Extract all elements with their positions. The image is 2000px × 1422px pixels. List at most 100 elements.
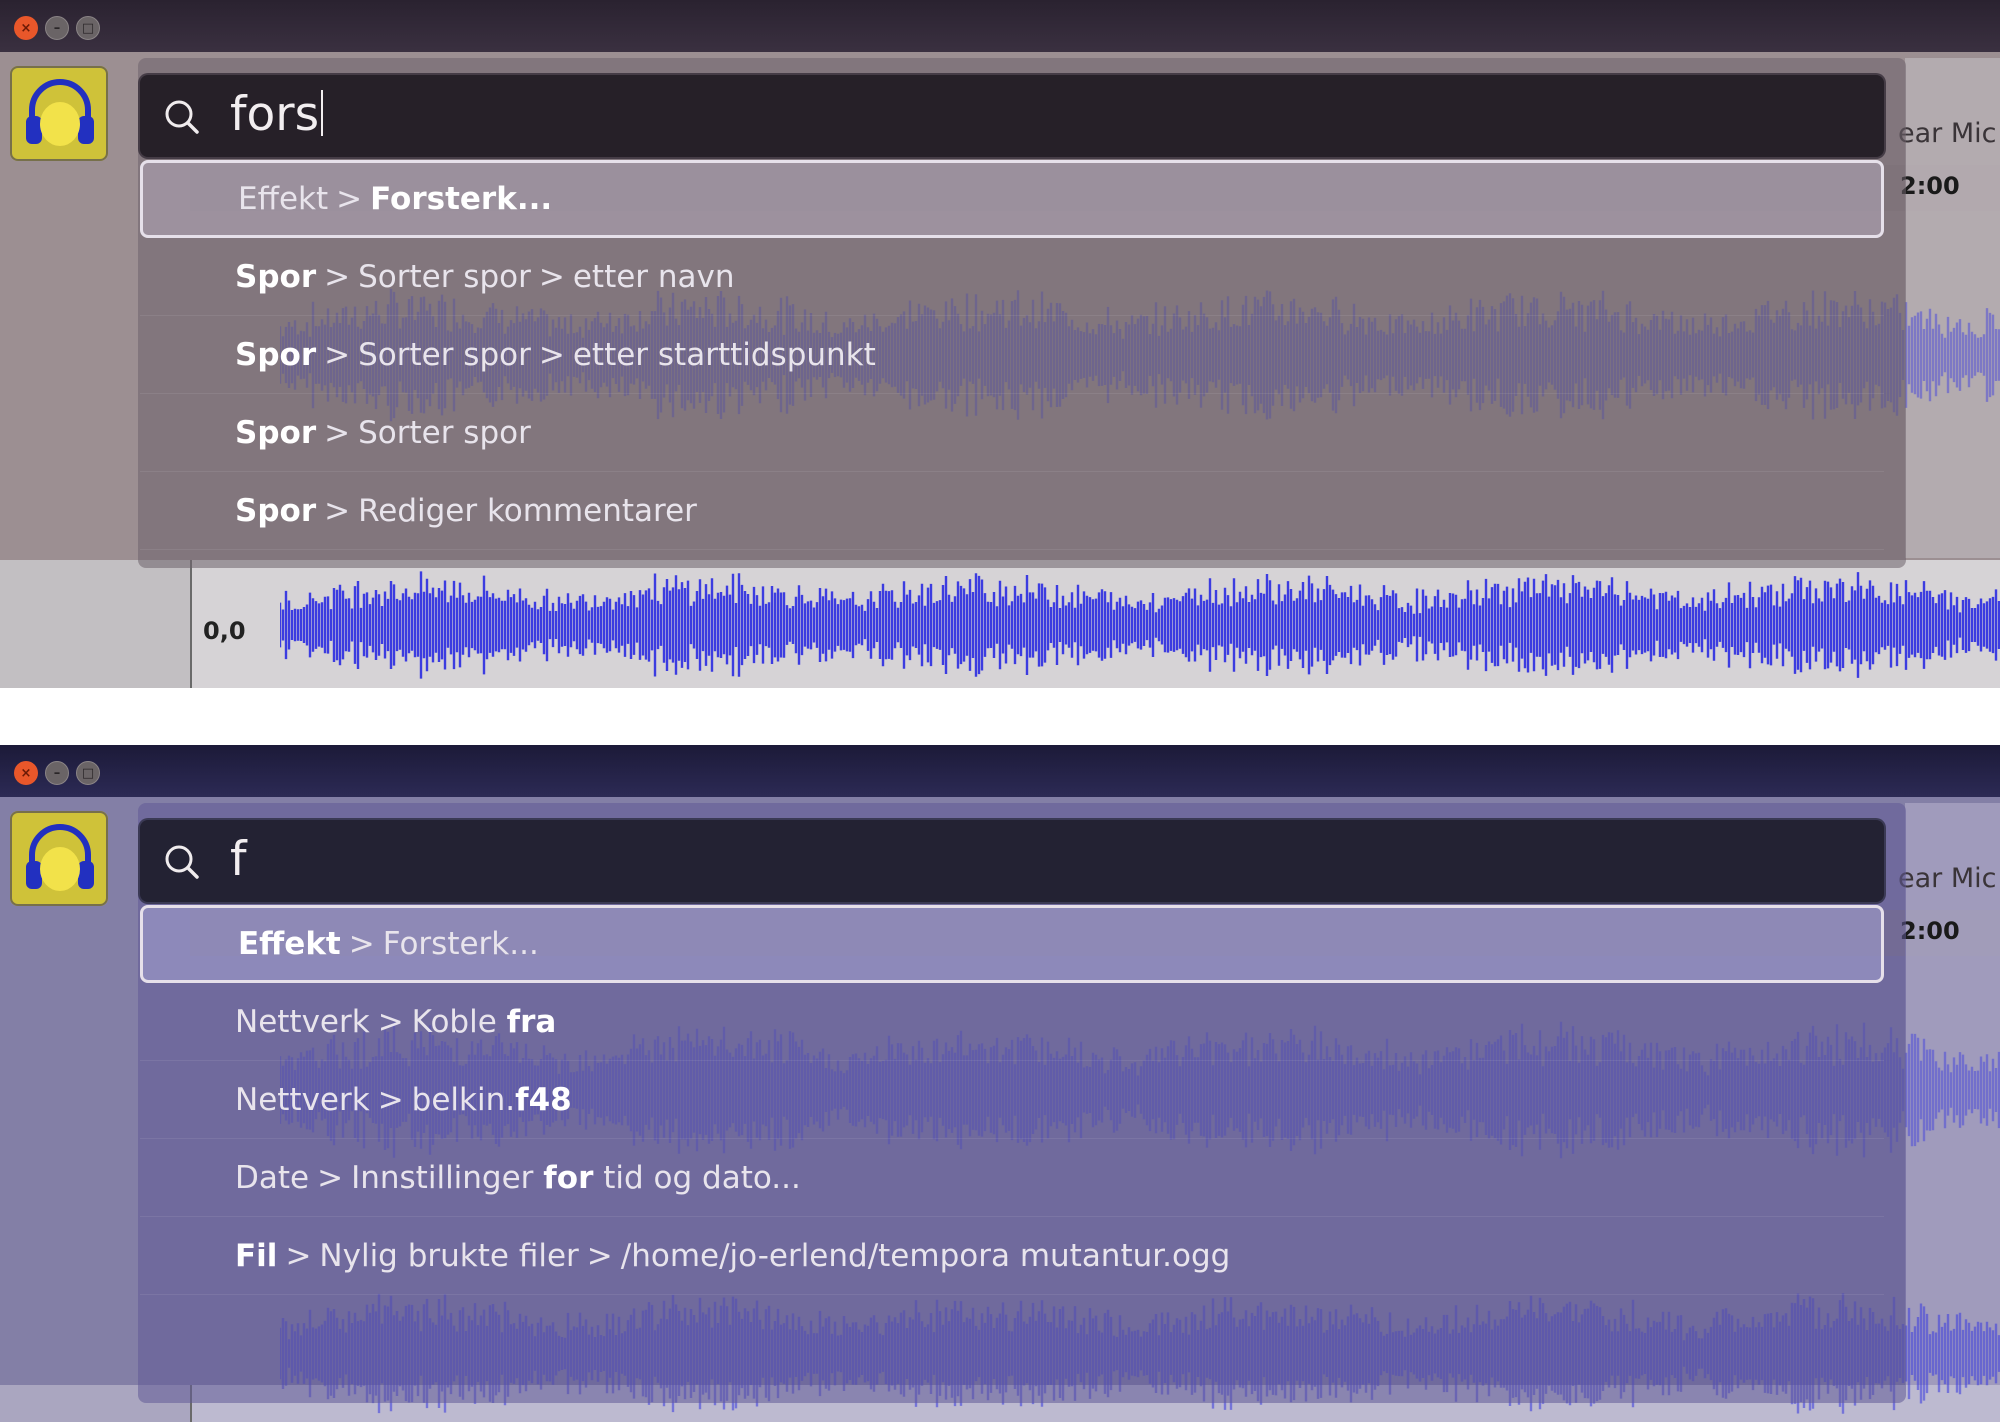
segment-text: Spor bbox=[235, 337, 317, 373]
segment-text: Sorter spor bbox=[358, 259, 531, 295]
hud-result-item[interactable]: Spor > Sorter spor > etter navn bbox=[140, 238, 1884, 316]
menu-path-segment: Nettverk bbox=[235, 1004, 370, 1040]
menu-path-segment: Spor bbox=[235, 493, 316, 529]
match-highlight: fra bbox=[506, 1004, 557, 1040]
menu-path-segment: Fil bbox=[235, 1238, 277, 1274]
segment-text: Effekt bbox=[238, 926, 341, 962]
segment-text: Nettverk bbox=[235, 1004, 370, 1040]
segment-text: Effekt bbox=[238, 181, 329, 217]
segment-text: Koble bbox=[411, 1004, 507, 1040]
segment-text: belkin. bbox=[411, 1082, 516, 1118]
segment-text: Forsterk... bbox=[370, 181, 553, 217]
menu-path-separator: > bbox=[324, 259, 351, 295]
title-bar bbox=[0, 0, 2000, 52]
segment-text: Spor bbox=[235, 259, 317, 295]
segment-text: Innstillinger bbox=[351, 1160, 544, 1196]
hud-result-item[interactable]: Effekt > Forsterk... bbox=[140, 905, 1884, 983]
menu-path-segment: Effekt bbox=[238, 926, 341, 962]
menu-path-separator: > bbox=[324, 415, 351, 451]
audacity-app-icon[interactable] bbox=[10, 66, 108, 161]
close-window-button[interactable]: × bbox=[14, 761, 38, 785]
menu-path-separator: > bbox=[538, 337, 565, 373]
search-query: f bbox=[230, 832, 247, 887]
hud-result-item[interactable]: Date > Innstillinger for tid og dato... bbox=[140, 1139, 1884, 1217]
result-divider bbox=[140, 1294, 1884, 1295]
menu-path-segment: Effekt bbox=[238, 181, 328, 217]
menu-path-segment: Forsterk... bbox=[370, 181, 552, 217]
amplitude-zero-label: 0,0 bbox=[203, 617, 246, 645]
screenshot-top: ear Mic 2:00 0,0 × – □ fors Effekt > Forst… bbox=[0, 0, 2000, 688]
segment-text: Sorter spor bbox=[358, 415, 531, 451]
hud-result-item[interactable]: Fil > Nylig brukte filer >/home/jo-erlend/t… bbox=[140, 1217, 1884, 1295]
hud-results-list: Effekt > Forsterk... Spor > Sorter spor > etter… bbox=[140, 160, 1884, 550]
timeline-time-label: 2:00 bbox=[1900, 172, 1960, 200]
window-controls: × – □ bbox=[14, 16, 100, 40]
waveform bbox=[280, 565, 2000, 685]
headphones-icon bbox=[26, 79, 94, 146]
segment-text: Forsterk... bbox=[382, 926, 539, 962]
close-window-button[interactable]: × bbox=[14, 16, 38, 40]
input-device-label: ear Mic bbox=[1898, 863, 1997, 894]
window-controls: × – □ bbox=[14, 761, 100, 785]
search-icon bbox=[165, 845, 199, 879]
menu-path-segment: Sorter spor bbox=[358, 259, 531, 295]
menu-path-segment: Forsterk... bbox=[383, 926, 539, 962]
hud-search-field[interactable]: f bbox=[140, 820, 1884, 902]
headphones-icon bbox=[26, 824, 94, 891]
match-highlight: f48 bbox=[515, 1082, 572, 1118]
hud-result-item[interactable]: Effekt > Forsterk... bbox=[140, 160, 1884, 238]
menu-path-separator: > bbox=[336, 181, 363, 217]
menu-path-separator: > bbox=[317, 1160, 344, 1196]
segment-text: Spor bbox=[235, 493, 317, 529]
segment-text: Nettverk bbox=[235, 1082, 370, 1118]
search-query: fors bbox=[230, 87, 324, 142]
segment-text: etter navn bbox=[572, 259, 735, 295]
menu-path-separator: > bbox=[324, 493, 351, 529]
minimize-window-button[interactable]: – bbox=[45, 16, 69, 40]
match-highlight: for bbox=[543, 1160, 594, 1196]
segment-text: tid og dato... bbox=[593, 1160, 801, 1196]
hud-result-item[interactable]: Nettverk > Koble fra bbox=[140, 983, 1884, 1061]
maximize-window-button[interactable]: □ bbox=[76, 16, 100, 40]
menu-path-separator: > bbox=[348, 926, 375, 962]
menu-path-segment: Rediger kommentarer bbox=[358, 493, 697, 529]
menu-path-segment: Sorter spor bbox=[358, 337, 531, 373]
menu-path-separator: > bbox=[538, 259, 565, 295]
screenshot-bottom: ear Mic 2:00 × – □ f Effekt > Forsterk... N… bbox=[0, 745, 2000, 1422]
menu-path-separator: > bbox=[586, 1238, 613, 1274]
menu-path-segment: Spor bbox=[235, 259, 316, 295]
menu-path-segment: Spor bbox=[235, 415, 316, 451]
text-caret bbox=[321, 90, 324, 136]
maximize-window-button[interactable]: □ bbox=[76, 761, 100, 785]
menu-path-segment: Sorter spor bbox=[358, 415, 531, 451]
menu-path-segment: Nettverk bbox=[235, 1082, 370, 1118]
waveform-path bbox=[280, 571, 2000, 679]
segment-text: /home/jo-erlend/tempora mutantur.ogg bbox=[620, 1238, 1231, 1274]
menu-path-separator: > bbox=[377, 1082, 404, 1118]
segment-text: Rediger kommentarer bbox=[358, 493, 697, 529]
segment-text: etter starttidspunkt bbox=[572, 337, 876, 373]
minimize-window-button[interactable]: – bbox=[45, 761, 69, 785]
menu-path-separator: > bbox=[377, 1004, 404, 1040]
hud-result-item[interactable]: Spor > Rediger kommentarer bbox=[140, 472, 1884, 550]
hud-search-field[interactable]: fors bbox=[140, 75, 1884, 157]
menu-path-segment: etter starttidspunkt bbox=[573, 337, 876, 373]
hud-results-list: Effekt > Forsterk... Nettverk > Koble fra Nett… bbox=[140, 905, 1884, 1295]
segment-text: Spor bbox=[235, 415, 317, 451]
audacity-app-icon[interactable] bbox=[10, 811, 108, 906]
menu-path-segment: Innstillinger for tid og dato... bbox=[351, 1160, 801, 1196]
hud-result-item[interactable]: Spor > Sorter spor bbox=[140, 394, 1884, 472]
menu-path-separator: > bbox=[285, 1238, 312, 1274]
segment-text: Sorter spor bbox=[358, 337, 531, 373]
menu-path-segment: Spor bbox=[235, 337, 316, 373]
segment-text: Fil bbox=[235, 1238, 278, 1274]
hud-result-item[interactable]: Spor > Sorter spor > etter starttidspunkt bbox=[140, 316, 1884, 394]
input-device-label: ear Mic bbox=[1898, 118, 1997, 149]
menu-path-separator: > bbox=[324, 337, 351, 373]
menu-path-segment: Koble fra bbox=[412, 1004, 557, 1040]
track-control-panel bbox=[0, 560, 192, 688]
menu-path-segment: /home/jo-erlend/tempora mutantur.ogg bbox=[621, 1238, 1231, 1274]
hud-result-item[interactable]: Nettverk > belkin.f48 bbox=[140, 1061, 1884, 1139]
title-bar bbox=[0, 745, 2000, 797]
menu-path-segment: belkin.f48 bbox=[412, 1082, 572, 1118]
